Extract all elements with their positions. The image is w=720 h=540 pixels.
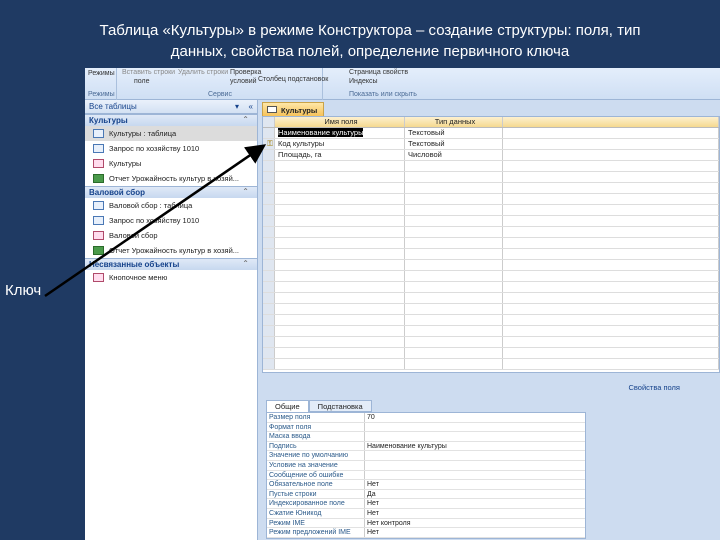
key-arrow bbox=[44, 144, 267, 298]
